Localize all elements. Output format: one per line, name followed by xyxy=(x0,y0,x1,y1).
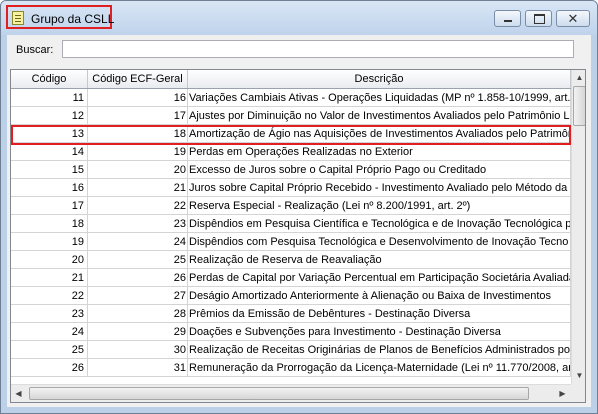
table-row[interactable]: 13 18 Amortização de Ágio nas Aquisições d… xyxy=(11,125,571,143)
cell-codigo: 22 xyxy=(11,287,88,305)
table-row[interactable]: 23 28 Prêmios da Emissão de Debêntures - D… xyxy=(11,305,571,323)
horizontal-scrollbar[interactable]: ◀ ▶ xyxy=(11,384,571,402)
horizontal-scroll-thumb[interactable] xyxy=(29,387,529,400)
table-row[interactable]: 18 23 Dispêndios em Pesquisa Científica e … xyxy=(11,215,571,233)
notepad-icon xyxy=(12,11,24,25)
cell-descricao: Realização de Reserva de Reavaliação xyxy=(188,251,571,269)
search-label: Buscar: xyxy=(16,44,54,56)
cell-descricao: Perdas em Operações Realizadas no Exteri… xyxy=(188,143,571,161)
cell-descricao: Perdas de Capital por Variação Percentua… xyxy=(188,269,571,287)
cell-descricao: Deságio Amortizado Anteriormente à Alien… xyxy=(188,287,571,305)
column-header-codigo[interactable]: Código xyxy=(11,70,88,88)
cell-codigo: 19 xyxy=(11,233,88,251)
cell-descricao: Juros sobre Capital Próprio Recebido - I… xyxy=(188,179,571,197)
column-header-descricao[interactable]: Descrição xyxy=(188,70,571,88)
cell-descricao: Doações e Subvenções para Investimento -… xyxy=(188,323,571,341)
grid-header: Código Código ECF-Geral Descrição xyxy=(11,70,571,89)
scroll-up-icon[interactable]: ▲ xyxy=(572,70,585,85)
data-grid[interactable]: Código Código ECF-Geral Descrição 11 16 Va… xyxy=(10,69,586,403)
cell-codigo: 21 xyxy=(11,269,88,287)
table-row[interactable]: 19 24 Dispêndios com Pesquisa Tecnológica … xyxy=(11,233,571,251)
cell-codigo-ecf-geral: 26 xyxy=(88,269,188,287)
cell-codigo: 12 xyxy=(11,107,88,125)
vertical-scrollbar[interactable]: ▲ ▼ xyxy=(571,70,585,384)
cell-codigo: 25 xyxy=(11,341,88,359)
cell-codigo-ecf-geral: 19 xyxy=(88,143,188,161)
cell-codigo: 20 xyxy=(11,251,88,269)
cell-descricao: Dispêndios em Pesquisa Científica e Tecn… xyxy=(188,215,571,233)
cell-descricao: Excesso de Juros sobre o Capital Próprio… xyxy=(188,161,571,179)
cell-codigo-ecf-geral: 20 xyxy=(88,161,188,179)
table-row[interactable]: 24 29 Doações e Subvenções para Investimen… xyxy=(11,323,571,341)
cell-descricao: Remuneração da Prorrogação da Licença-Ma… xyxy=(188,359,571,377)
cell-codigo-ecf-geral: 31 xyxy=(88,359,188,377)
close-icon: ✕ xyxy=(567,11,579,26)
table-row[interactable]: 14 19 Perdas em Operações Realizadas no Ex… xyxy=(11,143,571,161)
minimize-button[interactable] xyxy=(494,10,521,27)
cell-codigo-ecf-geral: 29 xyxy=(88,323,188,341)
column-header-codigo-ecf-geral[interactable]: Código ECF-Geral xyxy=(88,70,188,88)
cell-descricao: Reserva Especial - Realização (Lei nº 8.… xyxy=(188,197,571,215)
table-row[interactable]: 25 30 Realização de Receitas Originárias d… xyxy=(11,341,571,359)
table-row[interactable]: 22 27 Deságio Amortizado Anteriormente à A… xyxy=(11,287,571,305)
cell-codigo-ecf-geral: 22 xyxy=(88,197,188,215)
scroll-right-icon[interactable]: ▶ xyxy=(555,386,570,401)
cell-codigo: 17 xyxy=(11,197,88,215)
cell-descricao: Realização de Receitas Originárias de Pl… xyxy=(188,341,571,359)
cell-codigo-ecf-geral: 25 xyxy=(88,251,188,269)
cell-codigo: 14 xyxy=(11,143,88,161)
cell-codigo: 13 xyxy=(11,125,88,143)
window-client-area: Buscar: Código Código ECF-Geral Descriçã… xyxy=(7,35,591,407)
cell-codigo-ecf-geral: 27 xyxy=(88,287,188,305)
maximize-button[interactable] xyxy=(525,10,552,27)
cell-codigo-ecf-geral: 18 xyxy=(88,125,188,143)
table-row[interactable]: 20 25 Realização de Reserva de Reavaliação xyxy=(11,251,571,269)
cell-codigo-ecf-geral: 30 xyxy=(88,341,188,359)
cell-codigo-ecf-geral: 23 xyxy=(88,215,188,233)
cell-codigo-ecf-geral: 24 xyxy=(88,233,188,251)
search-input[interactable] xyxy=(62,40,574,58)
table-row[interactable]: 26 31 Remuneração da Prorrogação da Licenç… xyxy=(11,359,571,377)
scroll-down-icon[interactable]: ▼ xyxy=(572,368,585,383)
csll-group-window: Grupo da CSLL ✕ Buscar: Código Código EC… xyxy=(0,0,598,414)
cell-descricao: Amortização de Ágio nas Aquisições de In… xyxy=(188,125,571,143)
scrollbar-corner xyxy=(571,384,585,402)
scroll-left-icon[interactable]: ◀ xyxy=(11,386,26,401)
table-row[interactable]: 17 22 Reserva Especial - Realização (Lei n… xyxy=(11,197,571,215)
table-row[interactable]: 15 20 Excesso de Juros sobre o Capital Pró… xyxy=(11,161,571,179)
table-row[interactable]: 11 16 Variações Cambiais Ativas - Operaçõe… xyxy=(11,89,571,107)
cell-descricao: Variações Cambiais Ativas - Operações Li… xyxy=(188,89,571,107)
cell-codigo-ecf-geral: 28 xyxy=(88,305,188,323)
close-button[interactable]: ✕ xyxy=(556,10,590,27)
window-title: Grupo da CSLL xyxy=(31,12,115,26)
cell-codigo: 24 xyxy=(11,323,88,341)
cell-descricao: Prêmios da Emissão de Debêntures - Desti… xyxy=(188,305,571,323)
cell-descricao: Dispêndios com Pesquisa Tecnológica e De… xyxy=(188,233,571,251)
cell-codigo-ecf-geral: 17 xyxy=(88,107,188,125)
cell-codigo: 23 xyxy=(11,305,88,323)
cell-codigo: 15 xyxy=(11,161,88,179)
table-row[interactable]: 21 26 Perdas de Capital por Variação Perce… xyxy=(11,269,571,287)
cell-codigo-ecf-geral: 16 xyxy=(88,89,188,107)
cell-codigo: 18 xyxy=(11,215,88,233)
cell-codigo: 11 xyxy=(11,89,88,107)
cell-codigo: 16 xyxy=(11,179,88,197)
title-bar[interactable]: Grupo da CSLL ✕ xyxy=(1,1,597,35)
grid-rows: 11 16 Variações Cambiais Ativas - Operaçõe… xyxy=(11,89,571,377)
table-row[interactable]: 12 17 Ajustes por Diminuição no Valor de I… xyxy=(11,107,571,125)
cell-codigo-ecf-geral: 21 xyxy=(88,179,188,197)
table-row[interactable]: 16 21 Juros sobre Capital Próprio Recebido… xyxy=(11,179,571,197)
cell-descricao: Ajustes por Diminuição no Valor de Inves… xyxy=(188,107,571,125)
vertical-scroll-thumb[interactable] xyxy=(573,86,585,126)
cell-codigo: 26 xyxy=(11,359,88,377)
